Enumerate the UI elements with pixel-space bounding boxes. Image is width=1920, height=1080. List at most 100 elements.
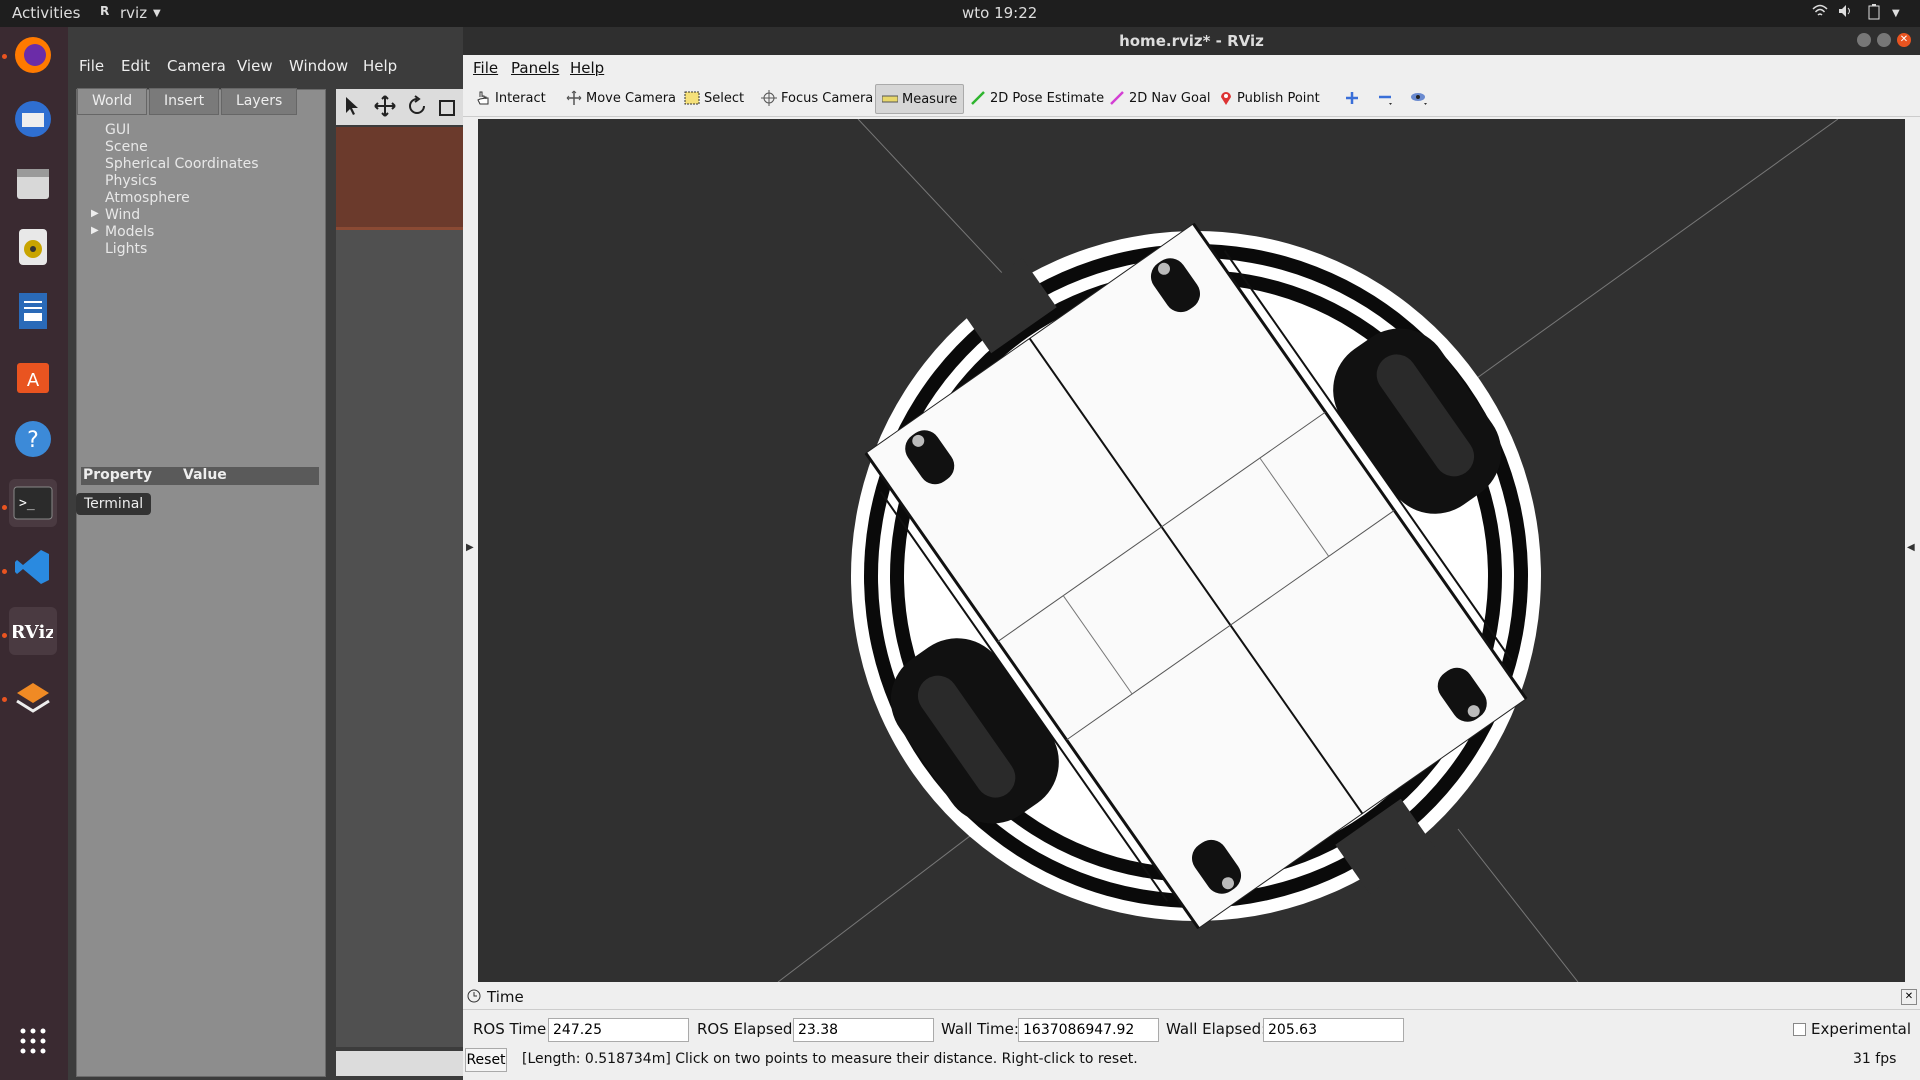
- hand-icon: [477, 91, 489, 105]
- wall-elapsed-label: Wall Elapsed:: [1166, 1020, 1267, 1038]
- arrow-select-icon[interactable]: [342, 95, 364, 121]
- gazebo-menubar: File Edit Camera View Window Help: [68, 27, 463, 75]
- render-viewport[interactable]: [478, 119, 1905, 982]
- running-indicator: [2, 633, 7, 638]
- nav-goal-tool[interactable]: 2D Nav Goal: [1103, 84, 1217, 112]
- gz-menu-window[interactable]: Window: [289, 57, 348, 75]
- firefox-icon[interactable]: [9, 31, 57, 79]
- rotate-icon[interactable]: [406, 95, 428, 121]
- tree-item-models[interactable]: Models: [105, 224, 154, 240]
- running-indicator: [2, 54, 7, 59]
- rviz-icon[interactable]: RViz: [9, 607, 57, 655]
- gz-menu-camera[interactable]: Camera: [167, 57, 226, 75]
- minimize-button[interactable]: [1857, 33, 1871, 47]
- green-arrow-icon: [971, 91, 985, 105]
- svg-text:>_: >_: [19, 496, 35, 511]
- rv-menu-file[interactable]: File: [473, 59, 498, 77]
- tab-world[interactable]: World: [77, 88, 148, 115]
- tab-insert[interactable]: Insert: [149, 88, 220, 115]
- scale-icon[interactable]: [438, 95, 460, 121]
- window-title: home.rviz* - RViz: [1119, 32, 1264, 50]
- publish-point-tool[interactable]: Publish Point: [1213, 84, 1326, 112]
- clock-icon: [467, 989, 481, 1007]
- rv-menu-panels[interactable]: Panels: [511, 59, 559, 77]
- property-header: Property Value: [81, 467, 319, 485]
- interact-tool[interactable]: Interact: [469, 84, 552, 112]
- time-panel-title: Time: [487, 988, 524, 1006]
- rviz-window: home.rviz* - RViz ✕ File Panels Help Int…: [463, 27, 1920, 1080]
- terminal-icon[interactable]: >_: [9, 479, 57, 527]
- tree-item-gui[interactable]: GUI: [105, 122, 130, 138]
- software-icon[interactable]: A: [9, 351, 57, 399]
- tree-item-physics[interactable]: Physics: [105, 173, 157, 189]
- rhythmbox-icon[interactable]: [9, 223, 57, 271]
- tree-item-atmosphere[interactable]: Atmosphere: [105, 190, 190, 206]
- select-tool[interactable]: Select: [678, 84, 750, 112]
- dock-tooltip: Terminal: [76, 493, 152, 515]
- robot-render: [777, 119, 1839, 982]
- ros-elapsed-field[interactable]: 23.38: [793, 1018, 934, 1042]
- experimental-label: Experimental: [1811, 1020, 1912, 1038]
- wifi-icon: [1812, 4, 1828, 22]
- tree-item-wind[interactable]: Wind: [105, 207, 140, 223]
- clock[interactable]: wto 19:22: [962, 4, 1037, 22]
- left-collapse-icon[interactable]: ▶: [466, 542, 474, 553]
- minus-icon: [1379, 95, 1392, 105]
- rviz-small-icon: R: [100, 4, 110, 18]
- measure-tool[interactable]: Measure: [875, 84, 965, 114]
- expand-arrow-icon[interactable]: ▶: [91, 225, 99, 236]
- dock: A ? >_ RViz: [0, 27, 68, 1080]
- gz-menu-file[interactable]: File: [79, 57, 104, 75]
- gazebo-viewport[interactable]: [336, 127, 463, 1047]
- wall-elapsed-field[interactable]: 205.63: [1263, 1018, 1404, 1042]
- close-button[interactable]: ✕: [1897, 33, 1911, 47]
- ros-time-field[interactable]: 247.25: [548, 1018, 689, 1042]
- maximize-button[interactable]: [1877, 33, 1891, 47]
- vscode-icon[interactable]: [9, 543, 57, 591]
- focus-camera-tool[interactable]: Focus Camera: [755, 84, 879, 112]
- tree-item-spherical[interactable]: Spherical Coordinates: [105, 156, 259, 172]
- app-menu[interactable]: rviz: [120, 4, 147, 22]
- writer-icon[interactable]: [9, 287, 57, 335]
- files-icon[interactable]: [9, 159, 57, 207]
- wall-time-field[interactable]: 1637086947.92: [1018, 1018, 1159, 1042]
- right-collapse-icon[interactable]: ◀: [1907, 542, 1915, 553]
- status-text: [Length: 0.518734m] Click on two points …: [522, 1051, 1138, 1067]
- move-camera-tool[interactable]: Move Camera: [560, 84, 682, 112]
- gazebo-bottom-bar: [336, 1051, 463, 1076]
- rv-menu-help[interactable]: Help: [570, 59, 604, 77]
- volume-icon: [1838, 4, 1854, 22]
- eye-icon: [1411, 93, 1427, 105]
- reset-button[interactable]: Reset: [465, 1048, 507, 1072]
- system-menu-icon[interactable]: ▼: [1892, 8, 1900, 19]
- select-icon: [684, 91, 700, 105]
- gazebo-left-panel: World Insert Layers GUI Scene Spherical …: [76, 88, 326, 1077]
- top-bar: Activities R rviz ▼ wto 19:22 ▼: [0, 0, 1920, 27]
- panel-close-button[interactable]: ✕: [1901, 989, 1917, 1005]
- help-icon[interactable]: ?: [9, 415, 57, 463]
- add-tool-button[interactable]: [1338, 84, 1366, 112]
- translate-icon[interactable]: [374, 95, 396, 121]
- experimental-checkbox[interactable]: [1793, 1023, 1806, 1036]
- pose-estimate-tool[interactable]: 2D Pose Estimate: [964, 84, 1110, 112]
- view-options-button[interactable]: [1404, 84, 1436, 112]
- running-indicator: [2, 697, 7, 702]
- thunderbird-icon[interactable]: [9, 95, 57, 143]
- remove-tool-button[interactable]: [1371, 84, 1401, 112]
- tab-layers[interactable]: Layers: [221, 88, 298, 115]
- ros-elapsed-label: ROS Elapsed:: [697, 1020, 798, 1038]
- gazebo-window: File Edit Camera View Window Help World …: [68, 27, 463, 1080]
- gz-menu-view[interactable]: View: [237, 57, 273, 75]
- layers-app-icon[interactable]: [9, 671, 57, 719]
- app-grid-icon[interactable]: [9, 1017, 57, 1065]
- gazebo-toolbar: [336, 89, 463, 125]
- wall-time-label: Wall Time:: [941, 1020, 1019, 1038]
- tree-item-scene[interactable]: Scene: [105, 139, 148, 155]
- tree-item-lights[interactable]: Lights: [105, 241, 147, 257]
- activities-button[interactable]: Activities: [12, 4, 80, 22]
- plus-icon: [1346, 92, 1358, 104]
- expand-arrow-icon[interactable]: ▶: [91, 208, 99, 219]
- gz-menu-edit[interactable]: Edit: [121, 57, 150, 75]
- gz-menu-help[interactable]: Help: [363, 57, 397, 75]
- window-titlebar[interactable]: home.rviz* - RViz ✕: [463, 27, 1920, 55]
